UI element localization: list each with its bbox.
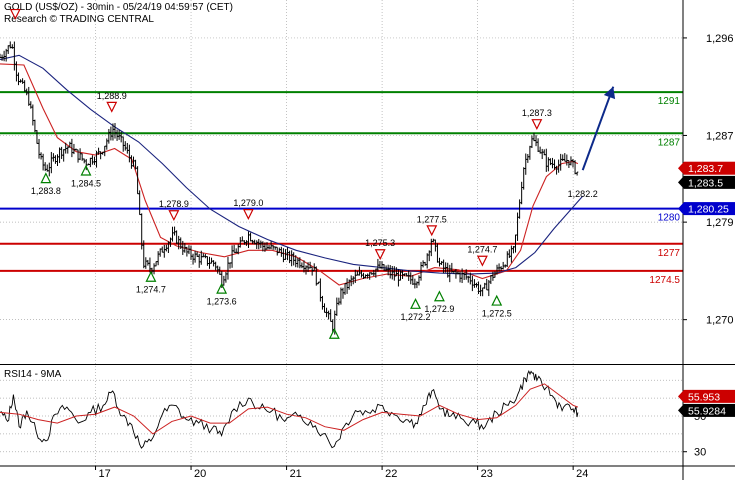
annotation-label: 1,287.3 [522, 108, 552, 118]
y-tick-label: 1,296 [706, 33, 734, 45]
annotation-label: 1,279.0 [233, 198, 263, 208]
rsi-badge-ma-pointer [678, 389, 684, 403]
trough-marker-icon [410, 297, 422, 309]
level-label-support: 1277 [658, 248, 681, 259]
y-tick-label: 1,279 [706, 217, 734, 229]
rsi-ma-line [0, 383, 579, 435]
price-badge-ma-pointer [678, 161, 684, 175]
annotation-label: 1,283.8 [31, 186, 61, 196]
annotation-label: 1,274.7 [467, 245, 497, 255]
peak-marker-icon [426, 225, 438, 237]
annotation-label: 1,275.3 [365, 238, 395, 248]
trough-marker-icon [491, 294, 503, 306]
x-tick-label: 22 [385, 468, 397, 480]
x-tick-label: 17 [99, 468, 111, 480]
peak-marker-icon [374, 249, 386, 261]
price-badge-pivot: 1,280.25 [688, 204, 729, 216]
peak-marker-icon [9, 8, 21, 20]
annotation-label: 1,288.9 [97, 91, 127, 101]
y-tick-label: 1,287 [706, 130, 734, 142]
peak-marker-icon [242, 209, 254, 220]
forecast-arrow-line [581, 86, 615, 171]
x-tick-label: 23 [481, 468, 493, 480]
annotation-label: 1,273.6 [207, 297, 237, 307]
peak-marker-icon [531, 119, 543, 131]
level-label-pivot: 1280 [658, 213, 681, 224]
x-tick-label: 24 [576, 468, 588, 480]
rsi-badge-last-pointer [678, 403, 684, 417]
rsi-badge-ma: 55.953 [688, 391, 720, 403]
y-tick-label: 1,270 [706, 315, 734, 327]
annotation-label: 1,278.9 [159, 199, 189, 209]
level-label-resistance: 1291 [658, 96, 681, 107]
annotation-label: 1,284.5 [71, 179, 101, 189]
x-tick-label: 21 [290, 468, 302, 480]
rsi-badge-last: 55.9284 [688, 405, 726, 417]
level-label-resistance: 1287 [658, 137, 681, 148]
price-badge-last: 1,283.5 [688, 177, 723, 189]
annotation-label: 1,282.2 [568, 189, 598, 199]
chart-svg: 1291 1287 1280 1277 1274.5 1,288.9 1,283.8 1,2… [0, 0, 735, 480]
peak-marker-icon [106, 101, 118, 113]
price-badge-last-pointer [678, 175, 684, 189]
chart-root: GOLD (US$/OZ) - 30min - 05/24/19 04:59:5… [0, 0, 735, 480]
level-label-support: 1274.5 [649, 275, 680, 286]
annotation-label: 1,274.7 [136, 285, 166, 295]
annotation-label: 1,272.9 [424, 304, 454, 314]
price-badge-ma: 1,283.7 [688, 163, 723, 175]
annotation-label: 1,277.5 [417, 214, 447, 224]
x-tick-label: 20 [194, 468, 206, 480]
trough-marker-icon [433, 290, 445, 302]
peak-marker-icon [168, 210, 180, 222]
rsi-line [0, 370, 579, 449]
annotation-label: 1,272.5 [482, 309, 512, 319]
peak-marker-icon [476, 255, 488, 267]
rsi-y-tick-label: 30 [694, 447, 706, 459]
